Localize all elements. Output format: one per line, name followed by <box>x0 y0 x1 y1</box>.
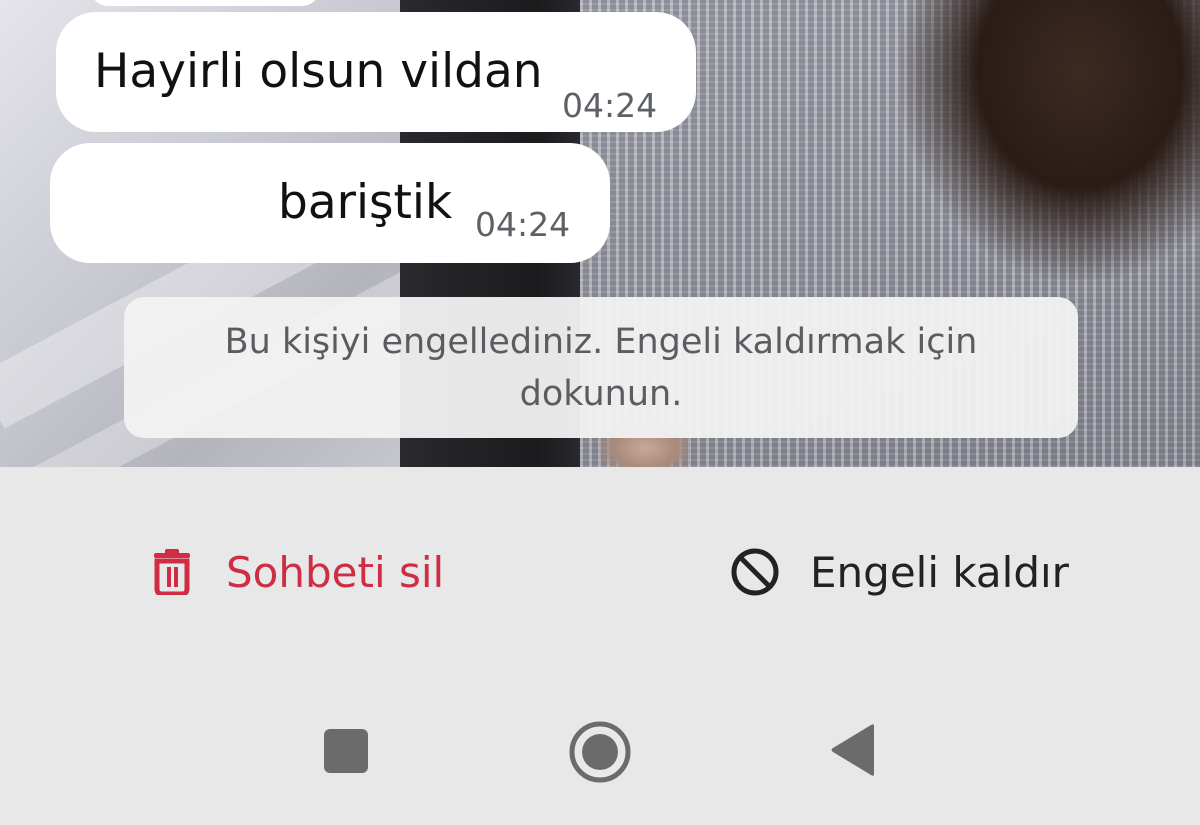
trash-icon <box>154 549 190 595</box>
unblock-button[interactable]: Engeli kaldır <box>730 547 1069 597</box>
circle-icon <box>569 721 631 783</box>
delete-chat-label: Sohbeti sil <box>226 547 445 597</box>
previous-message-bubble <box>90 0 320 6</box>
delete-chat-button[interactable]: Sohbeti sil <box>152 547 444 597</box>
square-icon <box>324 729 368 773</box>
chat-wallpaper: Hayirli olsun vildan 04:24 bariştik 04:2… <box>0 0 1200 467</box>
back-button[interactable] <box>830 723 876 777</box>
system-navigation-bar <box>0 677 1200 825</box>
message-text: bariştik <box>278 175 453 230</box>
message-time: 04:24 <box>475 205 571 244</box>
block-icon <box>731 548 779 596</box>
chat-screen: Hayirli olsun vildan 04:24 bariştik 04:2… <box>0 0 1200 825</box>
message-bubble[interactable]: bariştik 04:24 <box>50 143 610 263</box>
blocked-action-bar: Sohbeti sil Engeli kaldır <box>0 467 1200 677</box>
blocked-notice-line2: dokunun. <box>519 373 683 414</box>
unblock-label: Engeli kaldır <box>810 547 1069 597</box>
triangle-back-icon <box>831 724 874 776</box>
home-button[interactable] <box>568 720 632 784</box>
message-text: Hayirli olsun vildan <box>94 44 543 99</box>
blocked-notice[interactable]: Bu kişiyi engellediniz. Engeli kaldırmak… <box>124 297 1078 438</box>
message-bubble[interactable]: Hayirli olsun vildan 04:24 <box>56 12 696 132</box>
blocked-notice-line1: Bu kişiyi engellediniz. Engeli kaldırmak… <box>224 321 978 362</box>
message-time: 04:24 <box>562 86 658 125</box>
recents-button[interactable] <box>322 727 370 775</box>
